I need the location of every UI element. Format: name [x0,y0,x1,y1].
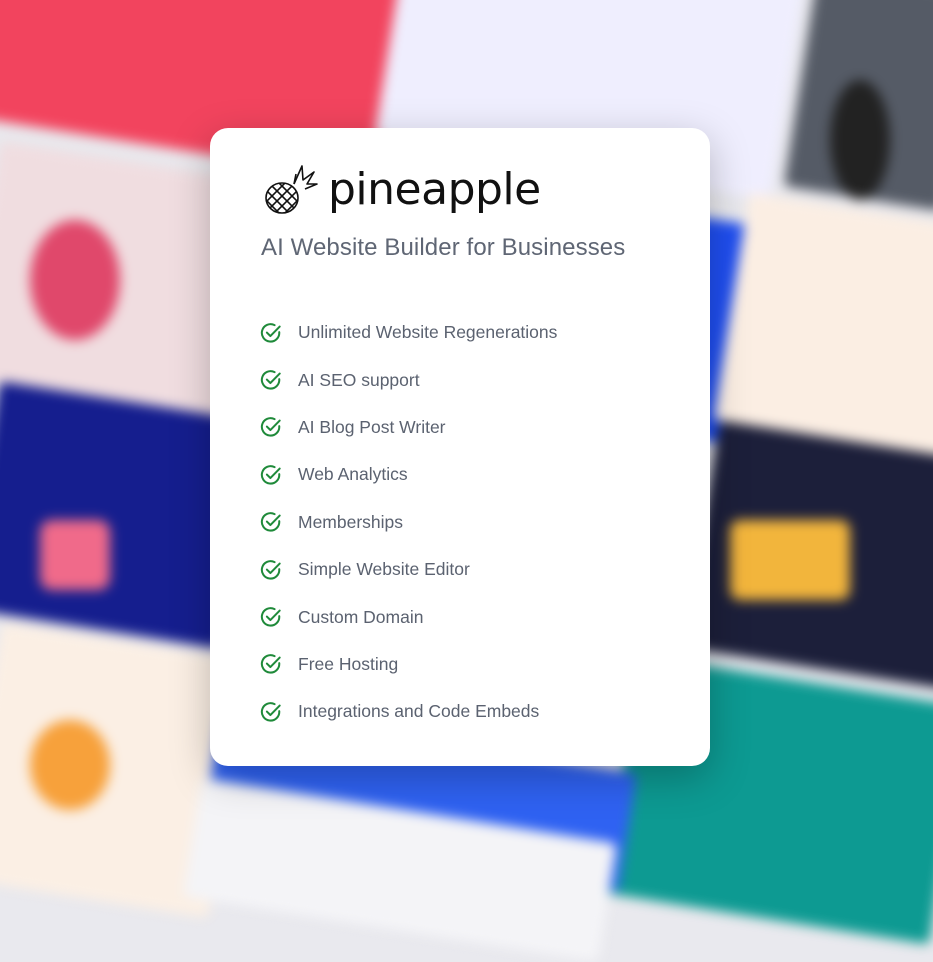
bg-shape [830,80,890,200]
feature-item: AI Blog Post Writer [260,404,557,451]
check-circle-icon [260,512,281,532]
check-circle-icon [260,322,281,343]
feature-item: Web Analytics [260,451,557,498]
check-circle-icon [260,465,281,485]
feature-item: Simple Website Editor [260,546,557,593]
check-circle-icon [260,701,281,722]
check-circle-icon [260,654,281,674]
feature-item: Integrations and Code Embeds [260,688,557,735]
bg-shape [30,220,120,340]
check-circle-icon [260,370,281,390]
feature-list: Unlimited Website Regenerations AI SEO su… [260,309,557,736]
bg-tile-peach [713,192,933,458]
feature-label: Memberships [298,511,404,532]
check-circle-icon [260,417,281,438]
feature-label: Web Analytics [298,464,408,485]
check-circle-icon [260,559,281,580]
brand-name: pineapple [328,164,541,215]
check-circle-icon [260,607,281,627]
tagline: AI Website Builder for Businesses [261,234,626,261]
feature-label: Integrations and Code Embeds [298,701,540,722]
feature-label: AI SEO support [298,369,420,390]
feature-label: Unlimited Website Regenerations [298,322,558,343]
feature-label: AI Blog Post Writer [298,416,446,437]
feature-label: Simple Website Editor [298,559,470,580]
feature-card: pineapple AI Website Builder for Busines… [210,128,710,766]
feature-label: Free Hosting [298,653,399,674]
feature-item: Unlimited Website Regenerations [260,309,557,356]
feature-item: Free Hosting [260,641,557,688]
feature-item: Memberships [260,499,557,546]
bg-shape [40,520,110,590]
bg-shape [730,520,850,600]
bg-shape [30,720,110,810]
feature-item: Custom Domain [260,593,557,640]
logo: pineapple [262,162,541,218]
pineapple-icon [265,165,318,214]
feature-item: AI SEO support [260,356,557,403]
feature-label: Custom Domain [298,606,424,627]
